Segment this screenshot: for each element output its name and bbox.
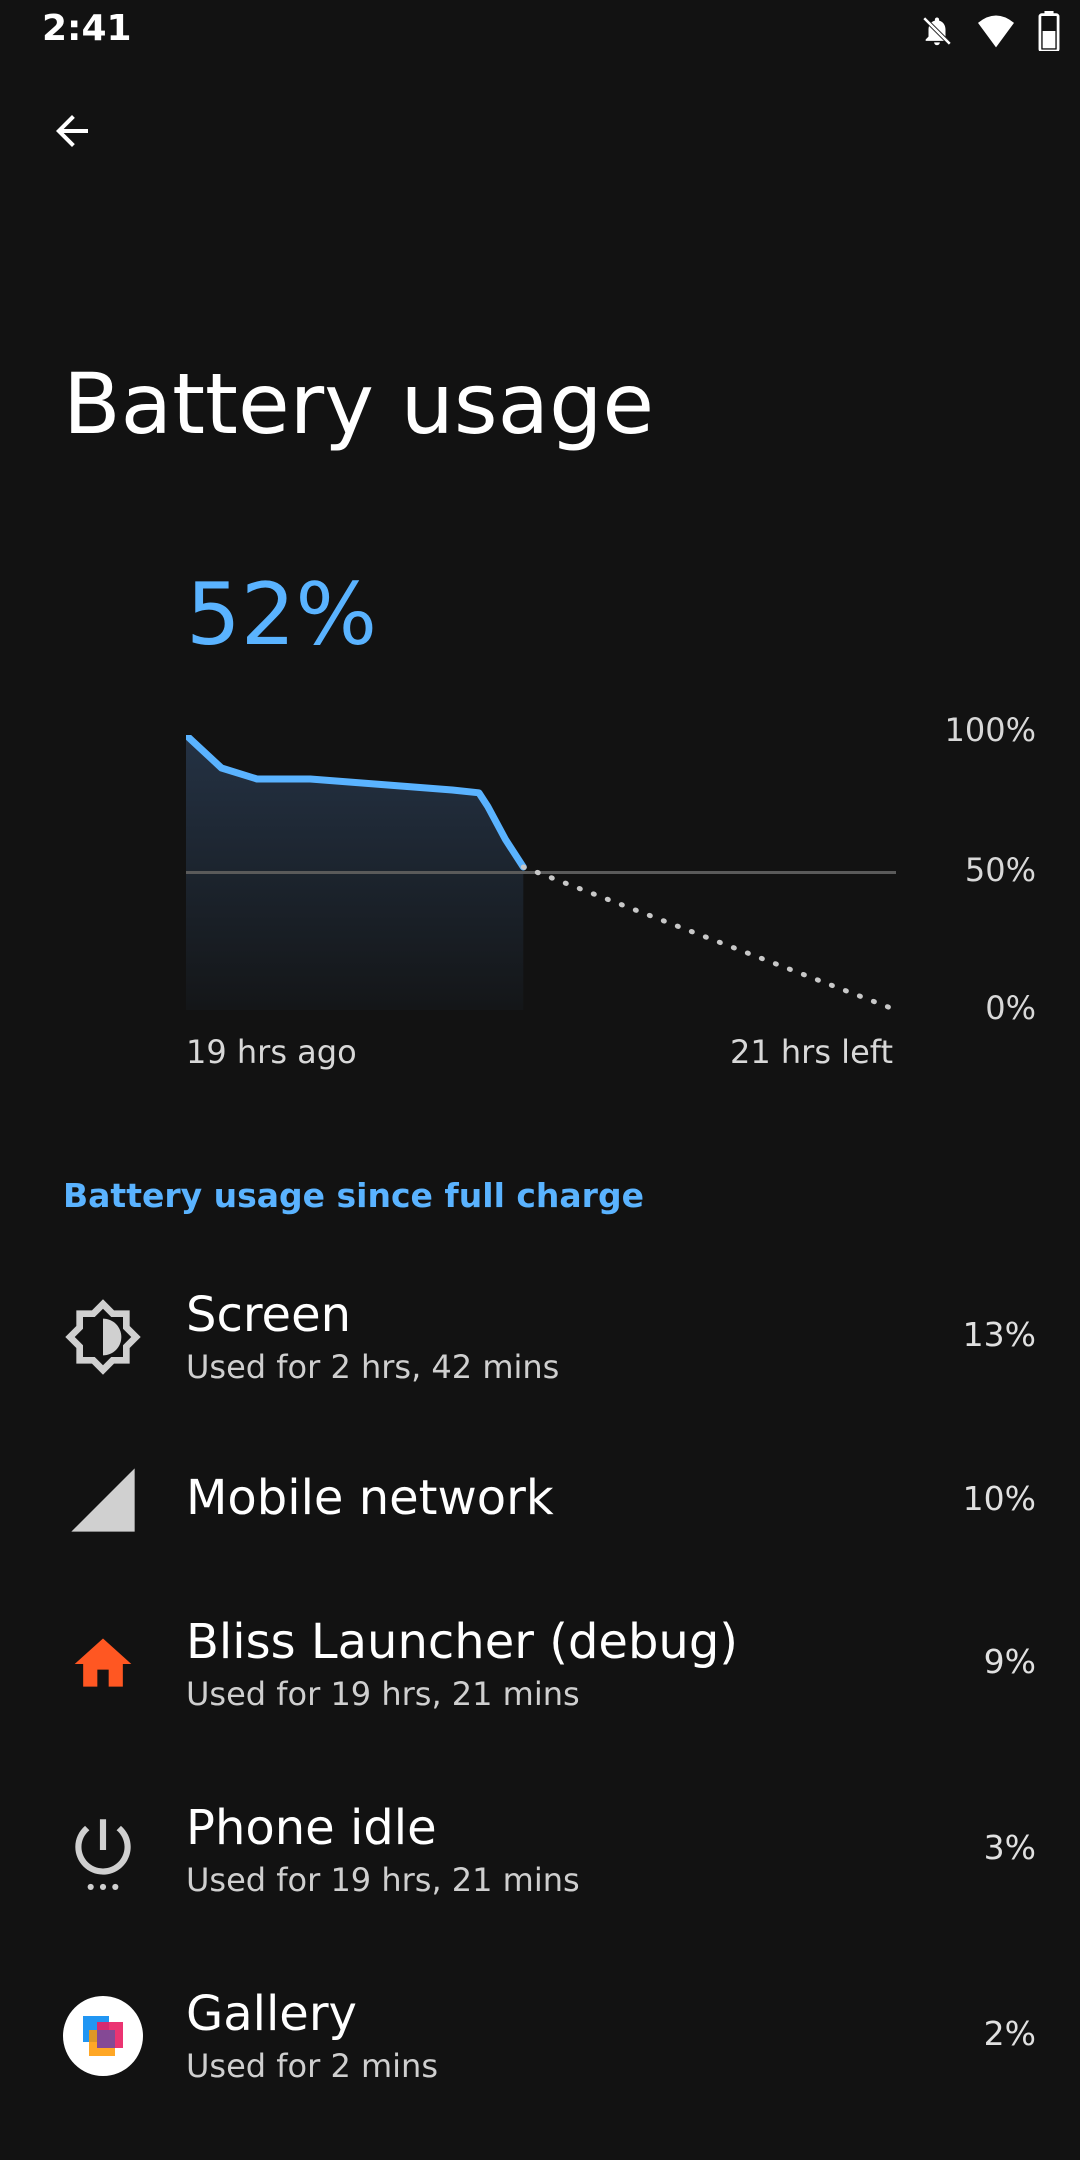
usage-item-bliss-launcher[interactable]: Bliss Launcher (debug) Used for 19 hrs, … xyxy=(0,1572,1080,1758)
section-header: Battery usage since full charge xyxy=(63,1176,644,1215)
notifications-off-icon xyxy=(920,14,954,48)
gallery-icon xyxy=(63,1996,143,2076)
battery-chart xyxy=(186,735,896,1010)
usage-percent: 2% xyxy=(983,2014,1036,2053)
arrow-back-icon xyxy=(48,107,96,159)
usage-title: Screen xyxy=(186,1287,352,1343)
usage-title: Gallery xyxy=(186,1986,357,2042)
battery-level: 52% xyxy=(186,565,378,665)
usage-title: Phone idle xyxy=(186,1800,437,1856)
battery-icon xyxy=(1038,11,1060,51)
status-icons xyxy=(920,10,1060,52)
usage-percent: 13% xyxy=(962,1315,1036,1354)
usage-percent: 9% xyxy=(983,1642,1036,1681)
usage-summary: Used for 19 hrs, 21 mins xyxy=(186,1675,580,1713)
usage-summary: Used for 2 hrs, 42 mins xyxy=(186,1348,560,1386)
power-icon xyxy=(63,1810,143,1890)
status-time: 2:41 xyxy=(42,8,132,49)
toolbar xyxy=(0,62,1080,204)
y-tick-label: 100% xyxy=(944,711,1036,749)
status-bar: 2:41 xyxy=(0,0,1080,62)
usage-item-mobile-network[interactable]: Mobile network 10% xyxy=(0,1430,1080,1572)
usage-summary: Used for 19 hrs, 21 mins xyxy=(186,1861,580,1899)
usage-item-gallery[interactable]: Gallery Used for 2 mins 2% xyxy=(0,1944,1080,2130)
usage-item-phone-idle[interactable]: Phone idle Used for 19 hrs, 21 mins 3% xyxy=(0,1758,1080,1944)
usage-title: Bliss Launcher (debug) xyxy=(186,1614,739,1670)
usage-percent: 3% xyxy=(983,1828,1036,1867)
page-title: Battery usage xyxy=(63,355,655,453)
signal-cellular-icon xyxy=(63,1460,143,1540)
home-icon xyxy=(63,1624,143,1704)
back-button[interactable] xyxy=(0,62,144,204)
usage-item-screen[interactable]: Screen Used for 2 hrs, 42 mins 13% xyxy=(0,1245,1080,1430)
usage-summary: Used for 2 mins xyxy=(186,2047,438,2085)
wifi-icon xyxy=(976,13,1016,49)
chart-projection-line xyxy=(520,864,896,1010)
brightness-icon xyxy=(63,1297,143,1377)
battery-usage-screen: 2:41 Battery usage 52% 100% 50% 0% 19 hr… xyxy=(0,0,1080,2160)
x-tick-label-right: 21 hrs left xyxy=(730,1033,893,1071)
usage-title: Mobile network xyxy=(186,1470,554,1526)
x-tick-label-left: 19 hrs ago xyxy=(186,1033,357,1071)
y-tick-label: 50% xyxy=(964,851,1036,889)
y-tick-label: 0% xyxy=(985,989,1036,1027)
usage-percent: 10% xyxy=(962,1479,1036,1518)
